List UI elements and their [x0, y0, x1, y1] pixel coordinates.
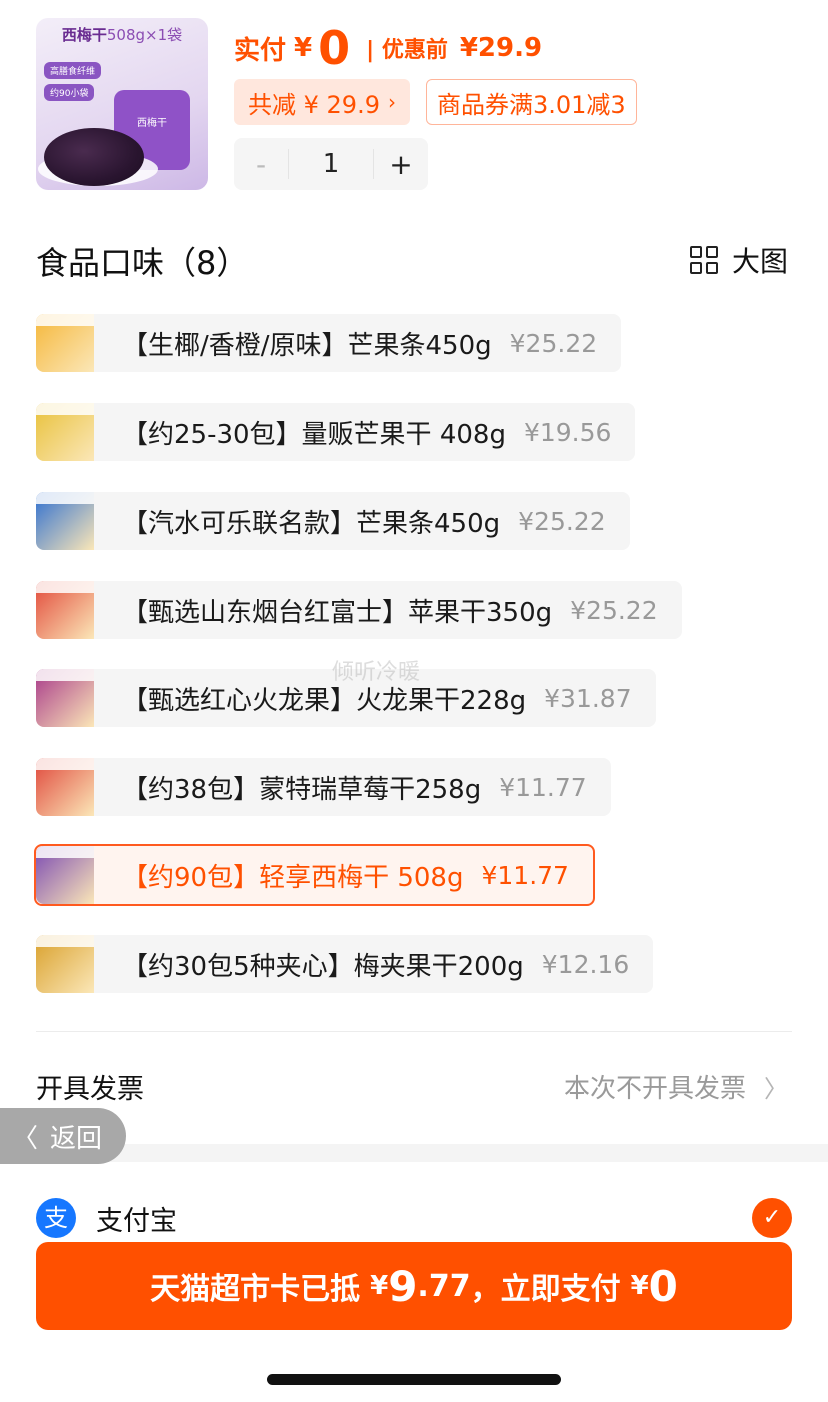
flavor-thumbnail — [36, 669, 94, 727]
flavor-name: 【约90包】轻享西梅干 508g — [122, 862, 464, 893]
original-label: | 优惠前 — [366, 38, 448, 63]
flavor-option[interactable]: 【甄选山东烟台红富士】苹果干350g ¥25.22 — [36, 581, 682, 639]
card-currency: ¥ — [370, 1271, 389, 1301]
invoice-value: 本次不开具发票 — [563, 1073, 746, 1104]
quantity-value[interactable]: 1 — [288, 149, 374, 179]
flavor-price: ¥31.87 — [544, 683, 632, 713]
flavor-name: 【汽水可乐联名款】芒果条450g — [122, 508, 501, 539]
card-amount-int: 9 — [388, 1261, 418, 1311]
divider — [36, 1031, 792, 1032]
discount-detail-button[interactable]: 共减 ¥ 29.9 › — [234, 79, 410, 125]
chevron-right-icon: › — [387, 90, 396, 114]
flavor-thumbnail — [36, 314, 94, 372]
flavor-option[interactable]: 【约90包】轻享西梅干 508g ¥11.77 — [34, 844, 595, 906]
flavor-thumbnail — [36, 581, 94, 639]
flavor-price: ¥12.16 — [541, 949, 630, 979]
flavor-option[interactable]: 【约30包5种夹心】梅夹果干200g ¥12.16 — [36, 935, 654, 993]
invoice-row[interactable]: 开具发票 本次不开具发票 〉 — [36, 1064, 788, 1108]
flavor-name: 【甄选山东烟台红富士】苹果干350g — [122, 597, 553, 628]
paid-amount: 0 — [318, 21, 351, 75]
pay-now-button[interactable]: 天猫超市卡已抵 ¥ 9 .77 ，立即支付 ¥ 0 — [36, 1242, 792, 1330]
flavor-name: 【约25-30包】量贩芒果干 408g — [122, 419, 506, 450]
chevron-left-icon: 〈 — [12, 1123, 39, 1154]
chevron-right-icon: 〉 — [764, 1074, 788, 1103]
thumb-tag: 高膳食纤维 — [44, 62, 102, 79]
flavor-thumbnail — [36, 935, 94, 993]
flavor-price: ¥11.77 — [499, 772, 587, 802]
pay-currency: ¥ — [630, 1271, 649, 1301]
home-indicator — [267, 1374, 561, 1385]
prunes-image — [44, 128, 144, 186]
flavor-name: 【甄选红心火龙果】火龙果干228g — [122, 685, 527, 716]
price-line: 实付 ¥ 0 | 优惠前 ¥29.9 — [234, 21, 543, 75]
flavor-price: ¥11.77 — [481, 860, 569, 890]
thumb-title: 西梅干508g×1袋 — [61, 26, 183, 44]
discount-text: 共减 ¥ 29.9 — [248, 90, 380, 119]
card-amount-dec: .77 — [417, 1268, 471, 1304]
flavor-thumbnail — [36, 758, 94, 816]
payment-method-label: 支付宝 — [96, 1205, 177, 1237]
invoice-label: 开具发票 — [36, 1073, 144, 1105]
thumb-tag: 约90小袋 — [44, 84, 95, 101]
flavor-price: ¥25.22 — [570, 595, 658, 625]
currency-symbol: ¥ — [294, 33, 313, 63]
flavor-option[interactable]: 【约38包】蒙特瑞草莓干258g ¥11.77 — [36, 758, 611, 816]
flavor-option[interactable]: 【生椰/香橙/原味】芒果条450g ¥25.22 — [36, 314, 622, 372]
flavor-name: 【约38包】蒙特瑞草莓干258g — [122, 774, 482, 805]
back-button[interactable]: 〈 返回 — [0, 1108, 126, 1164]
pay-amount: 0 — [648, 1261, 678, 1311]
thumb-brand: 西梅干 — [137, 118, 167, 129]
flavor-thumbnail — [36, 492, 94, 550]
pay-now-label: ，立即支付 — [470, 1272, 621, 1307]
flavor-option[interactable]: 【约25-30包】量贩芒果干 408g ¥19.56 — [36, 403, 636, 461]
flavor-price: ¥25.22 — [518, 506, 606, 536]
flavor-option[interactable]: 【汽水可乐联名款】芒果条450g ¥25.22 — [36, 492, 630, 550]
flavor-name: 【生椰/香橙/原味】芒果条450g — [122, 330, 492, 361]
section-gap — [0, 1144, 828, 1162]
flavor-price: ¥19.56 — [523, 417, 612, 447]
decrement-button[interactable]: - — [234, 148, 288, 181]
product-thumbnail[interactable]: 西梅干508g×1袋 高膳食纤维 约90小袋 西梅干 — [36, 18, 208, 190]
watermark: 倾听冷暖 — [332, 660, 421, 685]
flavor-thumbnail — [36, 403, 94, 461]
paid-label: 实付 — [234, 35, 287, 66]
card-offset-prefix: 天猫超市卡已抵 — [150, 1272, 361, 1307]
flavor-price: ¥25.22 — [509, 328, 598, 358]
flavor-thumbnail — [36, 846, 94, 904]
back-label: 返回 — [50, 1123, 103, 1154]
alipay-icon: 支 — [36, 1198, 76, 1238]
grid-icon — [689, 246, 718, 274]
increment-button[interactable]: + — [374, 148, 428, 181]
large-view-label: 大图 — [731, 245, 788, 278]
flavor-name: 【约30包5种夹心】梅夹果干200g — [122, 951, 524, 982]
original-price: ¥29.9 — [459, 33, 543, 63]
flavor-section-title: 食品口味（8） — [36, 244, 249, 282]
coupon-badge[interactable]: 商品券满3.01减3 — [426, 79, 637, 125]
checkmark-icon[interactable]: ✓ — [752, 1198, 792, 1238]
large-view-toggle[interactable]: 大图 — [689, 240, 788, 280]
payment-method-alipay[interactable]: 支 支付宝 — [36, 1196, 177, 1240]
quantity-stepper[interactable]: - 1 + — [234, 138, 428, 190]
